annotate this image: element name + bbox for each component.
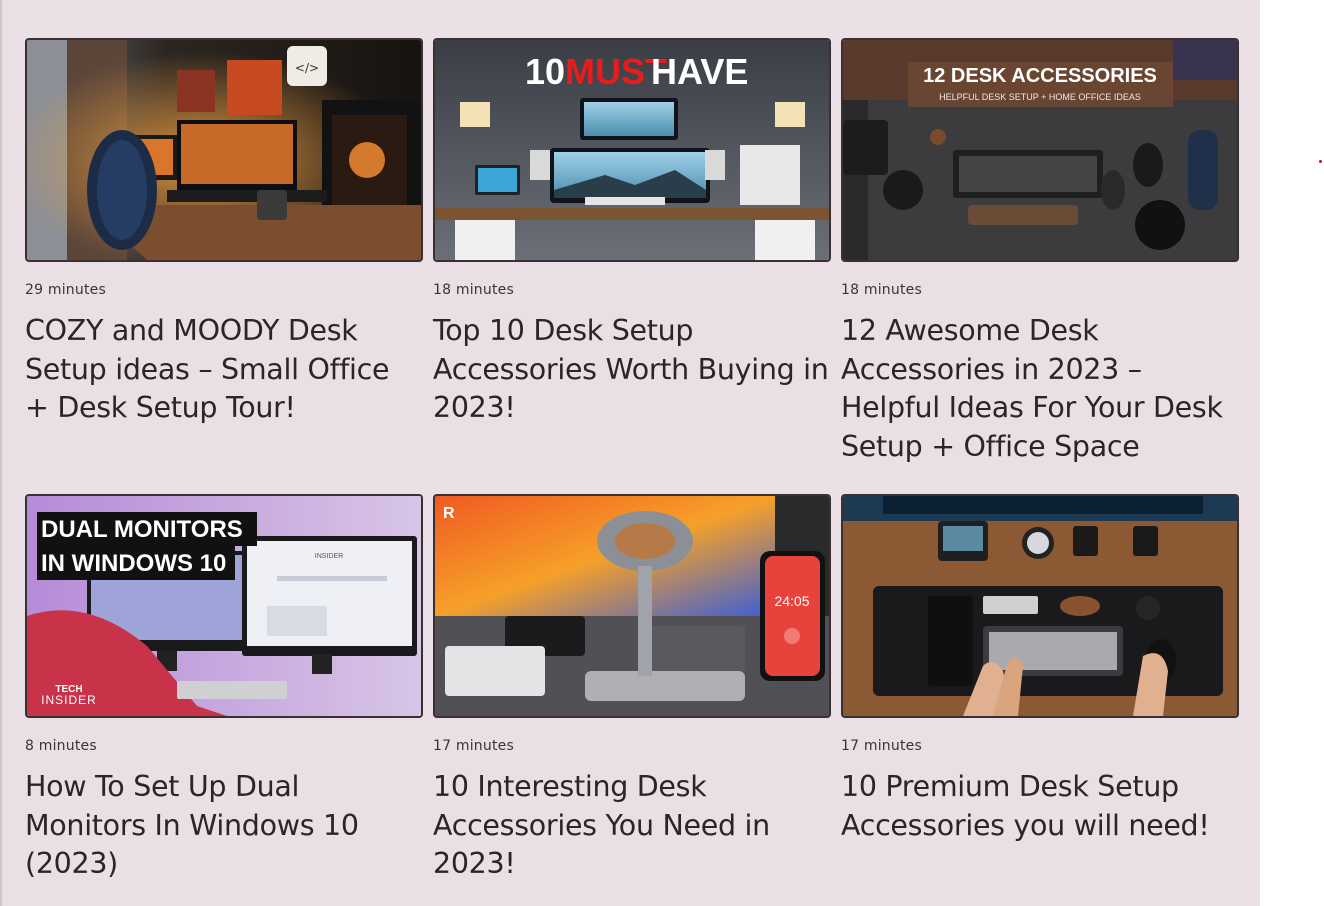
video-duration: 29 minutes (25, 282, 106, 298)
video-card-6[interactable]: 17 minutes 10 Premium Desk Setup Accesso… (841, 494, 1239, 842)
video-card-4[interactable]: INSIDER DUAL MONITORS IN WINDOWS 10 TECH… (25, 494, 423, 880)
video-card-1[interactable]: </> 29 minutes COZY and MOODY Desk Setup… (25, 38, 423, 424)
video-thumbnail-6[interactable] (841, 494, 1239, 718)
video-card-5[interactable]: 24:05 R 17 minutes 10 Interesting Desk A… (433, 494, 831, 880)
phone-clock-text: 24:05 (774, 593, 809, 609)
thumbnail-overlay-have: HAVE (651, 51, 748, 92)
thumbnail-overlay-line2: IN WINDOWS 10 (41, 550, 226, 577)
thumbnail-overlay-line1: DUAL MONITORS (41, 516, 243, 543)
thumbnail-image-dual-monitors: INSIDER DUAL MONITORS IN WINDOWS 10 TECH… (27, 496, 421, 716)
thumbnail-overlay-line1: 12 DESK ACCESSORIES (923, 65, 1157, 87)
video-duration: 18 minutes (433, 282, 514, 298)
video-duration: 8 minutes (25, 738, 97, 754)
video-duration: 17 minutes (433, 738, 514, 754)
cursor-dot (1319, 160, 1322, 163)
thumbnail-image-desk-accessories: 12 DESK ACCESSORIES HELPFUL DESK SETUP +… (843, 40, 1237, 260)
thumbnail-overlay-num: 10 (525, 51, 565, 92)
video-thumbnail-4[interactable]: INSIDER DUAL MONITORS IN WINDOWS 10 TECH… (25, 494, 423, 718)
video-card-2[interactable]: 10 MUST HAVE 18 minutes Top 10 Desk Setu… (433, 38, 831, 424)
thumbnail-overlay-line2: HELPFUL DESK SETUP + HOME OFFICE IDEAS (939, 92, 1141, 102)
video-title[interactable]: COZY and MOODY Desk Setup ideas – Small … (25, 312, 421, 428)
video-thumbnail-3[interactable]: 12 DESK ACCESSORIES HELPFUL DESK SETUP +… (841, 38, 1239, 262)
video-thumbnail-5[interactable]: 24:05 R (433, 494, 831, 718)
video-card-3[interactable]: 12 DESK ACCESSORIES HELPFUL DESK SETUP +… (841, 38, 1239, 463)
video-title[interactable]: How To Set Up Dual Monitors In Windows 1… (25, 768, 421, 884)
video-grid-panel: </> 29 minutes COZY and MOODY Desk Setup… (0, 0, 1260, 906)
video-thumbnail-2[interactable]: 10 MUST HAVE (433, 38, 831, 262)
video-title[interactable]: 10 Interesting Desk Accessories You Need… (433, 768, 829, 884)
video-title[interactable]: 10 Premium Desk Setup Accessories you wi… (841, 768, 1237, 845)
thumbnail-image-premium-desk (843, 496, 1237, 716)
tech-insider-logo-line2: INSIDER (41, 693, 97, 707)
video-title[interactable]: Top 10 Desk Setup Accessories Worth Buyi… (433, 312, 829, 428)
thumbnail-image-moody-desk: </> (27, 40, 421, 260)
panel-edge (0, 0, 2, 906)
video-title[interactable]: 12 Awesome Desk Accessories in 2023 – He… (841, 312, 1237, 466)
video-thumbnail-1[interactable]: </> (25, 38, 423, 262)
channel-logo-icon: R (443, 505, 455, 522)
thumbnail-image-white-desk: 10 MUST HAVE (435, 40, 829, 260)
video-duration: 18 minutes (841, 282, 922, 298)
thumbnail-image-magsafe-stand: 24:05 R (435, 496, 829, 716)
video-duration: 17 minutes (841, 738, 922, 754)
svg-text:</>: </> (295, 61, 319, 75)
screen-header-text: INSIDER (315, 553, 343, 560)
